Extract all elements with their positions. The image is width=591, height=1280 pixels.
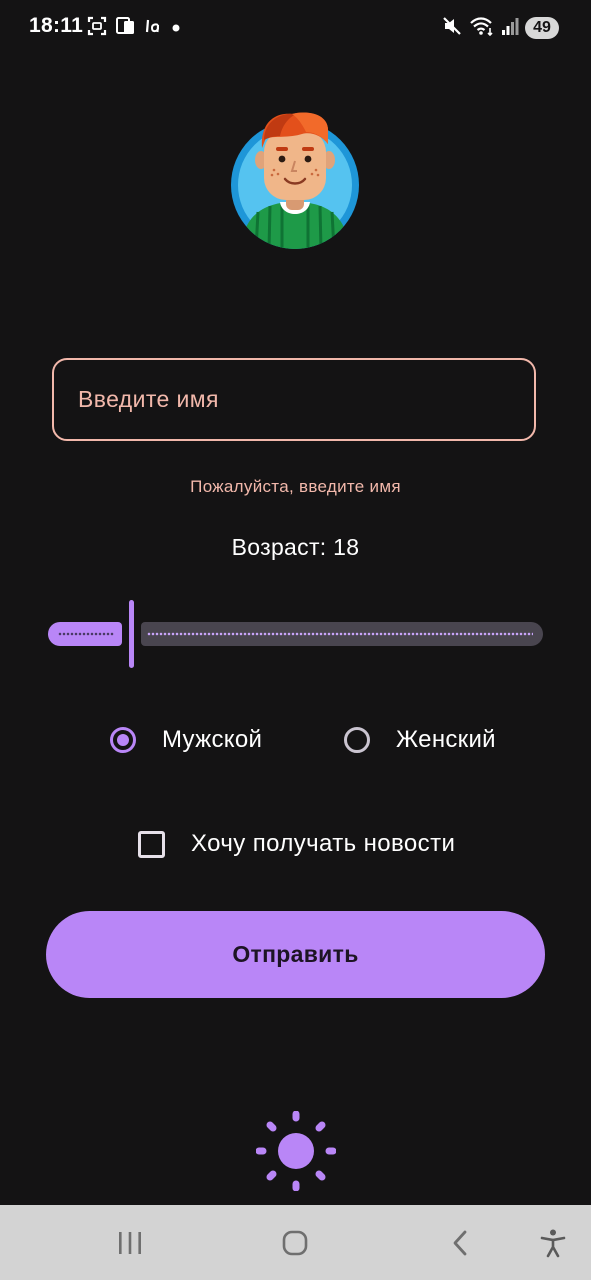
app-notification-icon [145, 16, 161, 41]
accessibility-icon[interactable] [533, 1223, 573, 1263]
wifi-icon [469, 15, 495, 42]
radio-label-male: Мужской [162, 726, 263, 753]
age-slider[interactable] [48, 598, 543, 672]
notification-dot-icon [169, 16, 183, 41]
radio-label-female: Женский [396, 726, 496, 753]
newsletter-checkbox[interactable] [138, 830, 165, 858]
slider-thumb[interactable] [129, 600, 134, 668]
radio-button-male[interactable] [110, 727, 136, 753]
name-field[interactable] [52, 358, 536, 441]
status-bar: 18:11 49 [0, 0, 591, 56]
name-input[interactable] [54, 360, 534, 439]
recent-apps-icon[interactable] [110, 1223, 150, 1263]
status-left-icons [87, 15, 183, 41]
screenshot-icon [87, 16, 107, 41]
home-icon[interactable] [275, 1223, 315, 1263]
newsletter-label: Хочу получать новости [191, 830, 456, 857]
sun-icon[interactable] [255, 1110, 337, 1192]
status-right-icons: 49 [441, 14, 559, 42]
name-error-text: Пожалуйста, введите имя [190, 477, 401, 496]
avatar-icon [230, 108, 360, 250]
radio-option-male[interactable]: Мужской [110, 716, 262, 764]
gender-radio-group: Мужской Женский [0, 716, 591, 764]
radio-option-female[interactable]: Женский [344, 716, 496, 764]
newsletter-checkbox-row[interactable]: Хочу получать новости [138, 822, 455, 866]
age-label: Возраст: 18 [231, 534, 360, 560]
slider-inactive-track [141, 622, 543, 646]
slider-active-track [48, 622, 122, 646]
cast-icon [115, 16, 137, 41]
battery-indicator: 49 [525, 17, 559, 39]
navigation-bar [0, 1205, 591, 1280]
radio-button-female[interactable] [344, 727, 370, 753]
status-time: 18:11 [29, 14, 84, 37]
signal-icon [501, 16, 519, 41]
submit-button[interactable]: Отправить [46, 911, 545, 998]
back-icon[interactable] [441, 1223, 481, 1263]
mute-icon [441, 15, 463, 42]
